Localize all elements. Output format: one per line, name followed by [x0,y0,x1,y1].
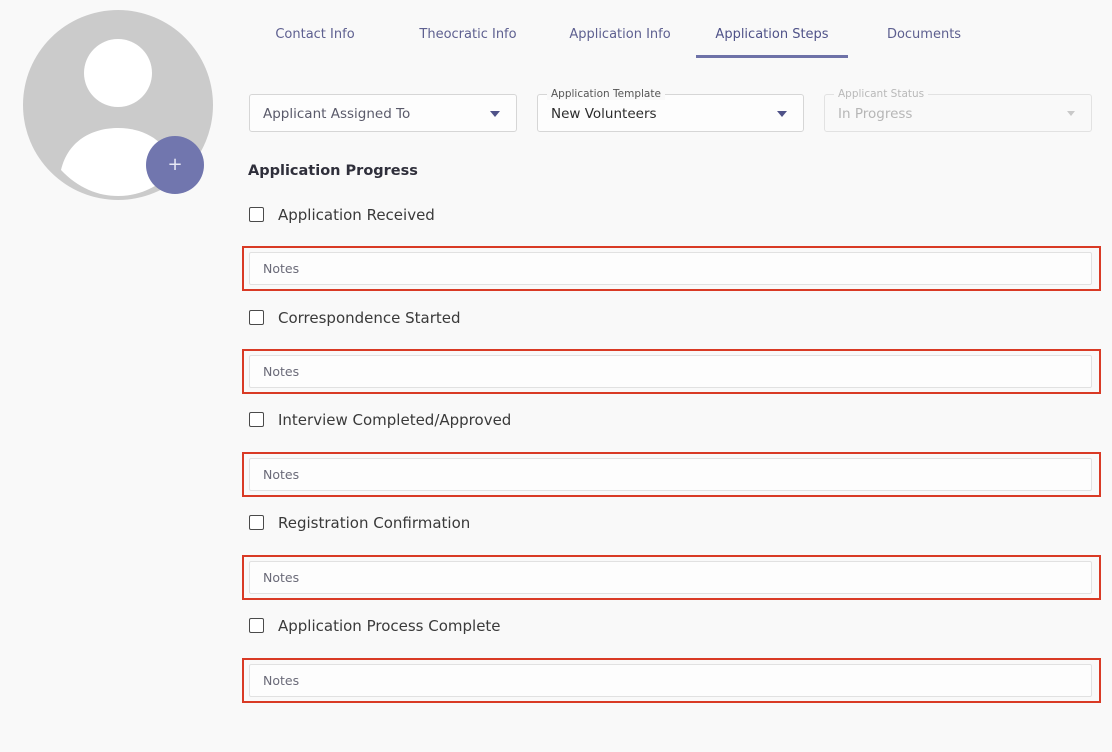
step-label: Application Received [278,206,435,224]
notes-highlight [242,452,1101,497]
add-photo-button[interactable]: + [146,136,204,194]
tab-application-steps[interactable]: Application Steps [696,16,848,56]
step-label: Correspondence Started [278,309,461,327]
application-template-value: New Volunteers [551,106,657,122]
applicant-status-label: Applicant Status [834,88,929,100]
notes-input-interview-completed[interactable] [249,458,1092,491]
step-checkbox[interactable] [249,618,264,633]
notes-input-registration-confirmation[interactable] [249,561,1092,594]
step-checkbox[interactable] [249,310,264,325]
tab-documents[interactable]: Documents [862,16,986,56]
tab-application-info[interactable]: Application Info [550,16,690,56]
notes-input-correspondence-started[interactable] [249,355,1092,388]
notes-highlight [242,658,1101,703]
application-progress-title: Application Progress [248,163,418,179]
notes-highlight [242,349,1101,394]
applicant-page: + Contact Info Theocratic Info Applicati… [0,0,1112,752]
notes-input-application-process-complete[interactable] [249,664,1092,697]
step-checkbox[interactable] [249,207,264,222]
plus-icon: + [167,154,183,175]
application-template-select[interactable]: Application Template New Volunteers [537,88,804,132]
step-checkbox[interactable] [249,412,264,427]
notes-highlight [242,246,1101,291]
applicant-status-select: Applicant Status In Progress [824,88,1092,132]
step-label: Interview Completed/Approved [278,411,512,429]
step-label: Application Process Complete [278,617,501,635]
step-checkbox[interactable] [249,515,264,530]
notes-input-application-received[interactable] [249,252,1092,285]
caret-down-icon [777,111,787,117]
applicant-status-value: In Progress [838,106,913,122]
applicant-assigned-to-select[interactable]: Applicant Assigned To [249,94,517,132]
application-template-label: Application Template [547,88,665,100]
caret-down-icon [1067,111,1075,116]
tab-contact-info[interactable]: Contact Info [250,16,380,56]
notes-highlight [242,555,1101,600]
active-tab-indicator [696,55,848,58]
tab-theocratic-info[interactable]: Theocratic Info [398,16,538,56]
tab-bar: Contact Info Theocratic Info Application… [250,16,1010,58]
applicant-assigned-to-placeholder: Applicant Assigned To [263,106,411,122]
step-label: Registration Confirmation [278,514,471,532]
caret-down-icon [490,111,500,117]
